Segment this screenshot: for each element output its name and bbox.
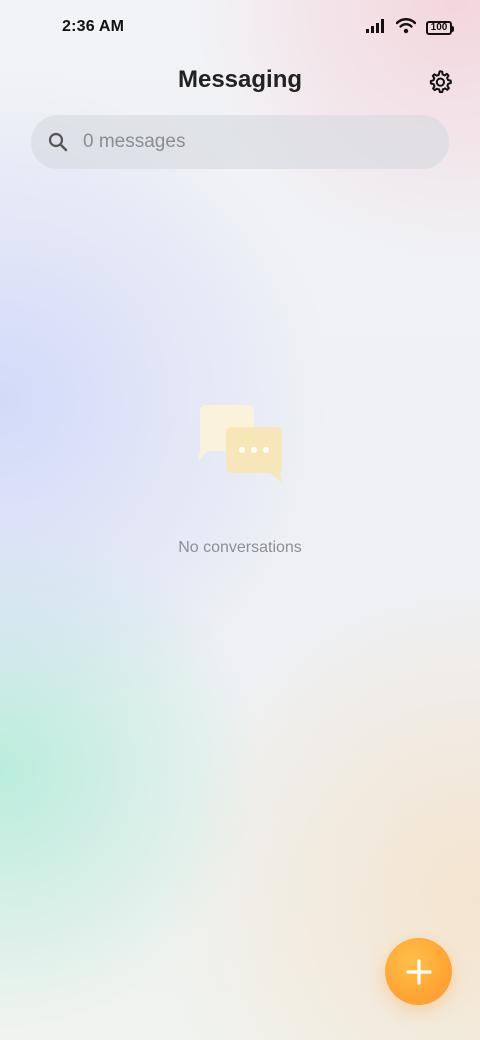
- settings-button[interactable]: [424, 66, 456, 98]
- search-icon: [47, 131, 69, 153]
- new-conversation-button[interactable]: [385, 938, 452, 1005]
- status-bar: 2:36 AM 100: [0, 0, 480, 56]
- header: Messaging: [0, 60, 480, 104]
- wifi-icon: [395, 17, 417, 39]
- status-icons: 100: [366, 17, 454, 39]
- battery-level: 100: [430, 22, 448, 33]
- battery-icon: 100: [426, 21, 454, 35]
- plus-icon: [405, 958, 432, 985]
- search-bar[interactable]: 0 messages: [31, 115, 449, 169]
- status-time: 2:36 AM: [62, 18, 125, 35]
- search-placeholder: 0 messages: [83, 131, 186, 152]
- gear-icon: [429, 70, 452, 94]
- signal-icon: [366, 18, 386, 38]
- empty-state-message: No conversations: [178, 539, 302, 556]
- page-title: Messaging: [177, 66, 303, 93]
- empty-state: No conversations: [0, 405, 480, 557]
- chat-bubbles-icon: [198, 405, 282, 483]
